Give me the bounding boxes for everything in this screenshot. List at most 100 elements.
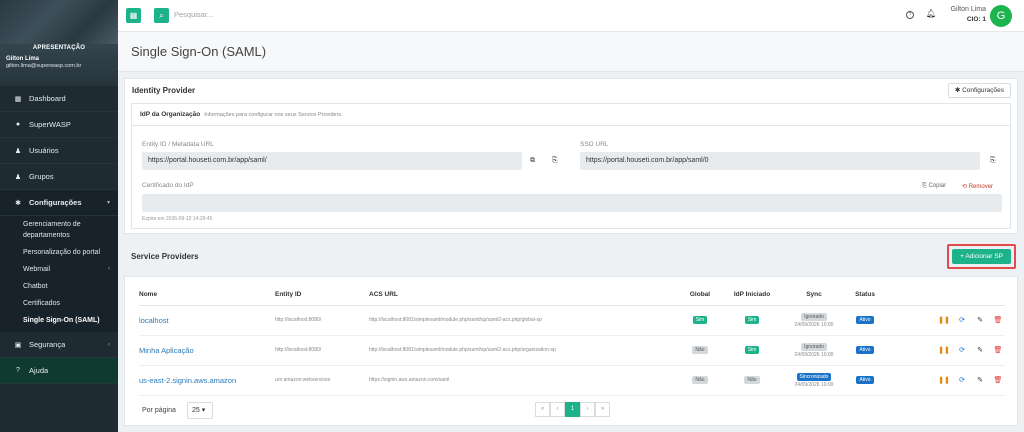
sync-date: 24/09/2026 10:00	[794, 321, 834, 328]
sync-icon[interactable]: ⟳	[955, 376, 969, 384]
chat-icon: ●	[15, 121, 21, 128]
col-acs-url: ACS URL	[369, 285, 679, 306]
entity-id-field[interactable]: https://portal.houseti.com.br/app/saml/	[142, 152, 522, 170]
cert-label: Certificado do IdP	[142, 182, 194, 189]
copy-icon[interactable]: ⎘	[552, 157, 558, 165]
idp-badge: Sim	[744, 346, 760, 354]
idp-org-section: IdP da Organização Informações para confi…	[131, 103, 1011, 229]
pause-icon[interactable]: ❚❚	[937, 346, 951, 354]
per-page-value: 25	[192, 407, 200, 414]
table-header-row: Nome Entity ID ACS URL Global IdP Inicia…	[139, 285, 1005, 306]
col-status: Status	[845, 285, 885, 306]
sidebar-item-ajuda[interactable]: ? Ajuda	[0, 358, 118, 384]
sidebar-item-seguranca[interactable]: ▣ Segurança ‹	[0, 332, 118, 358]
topbar-user-sub: CIO: 1	[966, 16, 986, 23]
help-icon[interactable]: ?	[906, 11, 914, 19]
idp-badge: Não	[744, 376, 760, 384]
col-global: Global	[679, 285, 721, 306]
sp-name-link[interactable]: Minha Aplicação	[139, 335, 275, 366]
submenu-sso-saml[interactable]: Single Sign-On (SAML)	[0, 312, 118, 332]
chevron-left-icon: ‹	[108, 266, 110, 272]
remove-cert-label: Remover	[968, 184, 994, 190]
sidebar-item-grupos[interactable]: ♟ Grupos	[0, 164, 118, 190]
sidebar-item-superwasp[interactable]: ● SuperWASP	[0, 112, 118, 138]
sp-entity: http://localhost:8080/	[275, 305, 369, 336]
configuracoes-label: Configurações	[962, 87, 1004, 94]
per-page-select[interactable]: 25 ▾	[187, 402, 213, 419]
sso-url-label: SSO URL	[580, 141, 609, 148]
search-button[interactable]: ⌕	[154, 8, 169, 23]
identity-provider-card: Identity Provider ✱ Configurações IdP da…	[124, 78, 1018, 234]
edit-icon[interactable]: ✎	[973, 346, 987, 354]
prev-page-button[interactable]: ‹	[550, 402, 565, 417]
user-name: Gilton Lima	[6, 56, 39, 62]
edit-icon[interactable]: ✎	[973, 376, 987, 384]
table-row: us-east-2.signin.aws.amazon urn:amazon:w…	[139, 365, 1005, 396]
pause-icon[interactable]: ❚❚	[937, 376, 951, 384]
sp-entity: http://localhost:8080/	[275, 335, 369, 366]
page-header: Single Sign-On (SAML)	[118, 32, 1024, 72]
user-email: gilton.lima@superwasp.com.br	[6, 63, 82, 69]
sync-badge: Sincronizado	[796, 372, 832, 381]
trash-icon[interactable]: 🗑︎	[991, 376, 1005, 384]
grid-icon: ▦	[129, 11, 138, 20]
search-input[interactable]: Pesquisar...	[174, 10, 213, 19]
status-badge: Ativo	[856, 346, 874, 354]
sidebar-item-label: SuperWASP	[29, 120, 71, 129]
config-submenu: Gerenciamento de departamentos Personali…	[0, 216, 118, 332]
chevron-down-icon: ▾	[201, 407, 206, 414]
submenu-certificados[interactable]: Certificados	[0, 295, 118, 312]
submenu-departamentos[interactable]: Gerenciamento de departamentos	[0, 216, 118, 244]
plus-icon: +	[960, 253, 964, 260]
sp-acs: http://localhost:8081/simplesaml/module.…	[369, 305, 679, 336]
configuracoes-button[interactable]: ✱ Configurações	[947, 83, 1011, 98]
search-icon: ⌕	[159, 11, 164, 20]
edit-icon[interactable]: ✎	[973, 316, 987, 324]
pause-icon[interactable]: ❚❚	[937, 316, 951, 324]
status-badge: Ativo	[856, 376, 874, 384]
col-actions	[885, 285, 1005, 306]
submenu-personalizacao[interactable]: Personalização do portal	[0, 244, 118, 261]
cert-field[interactable]	[142, 194, 1002, 212]
trash-icon[interactable]: 🗑︎	[991, 346, 1005, 354]
sync-date: 24/09/2026 10:00	[794, 381, 834, 388]
copy-icon[interactable]: ⎘	[990, 157, 996, 165]
menu-toggle-button[interactable]: ▦	[126, 8, 141, 23]
remove-cert-link[interactable]: ⟲ Remover	[962, 183, 993, 190]
submenu-webmail-label: Webmail	[23, 266, 51, 273]
sidebar-item-configuracoes[interactable]: ✱ Configurações ▾	[0, 190, 118, 216]
copy-cert-link[interactable]: ⎘ Copiar	[922, 183, 946, 190]
col-sync: Sync	[783, 285, 845, 306]
last-page-button[interactable]: »	[595, 402, 610, 417]
sp-name-link[interactable]: us-east-2.signin.aws.amazon	[139, 365, 275, 396]
sync-icon[interactable]: ⟳	[955, 346, 969, 354]
next-page-button[interactable]: ›	[580, 402, 595, 417]
per-page-label: Por página	[142, 407, 176, 414]
sidebar: APRESENTAÇÃO Gilton Lima gilton.lima@sup…	[0, 0, 118, 432]
sso-url-field[interactable]: https://portal.houseti.com.br/app/saml/0	[580, 152, 980, 170]
sidebar-item-label: Segurança	[29, 340, 66, 349]
submenu-webmail[interactable]: Webmail ‹	[0, 261, 118, 278]
user-info: APRESENTAÇÃO Gilton Lima gilton.lima@sup…	[0, 44, 118, 86]
avatar[interactable]: G	[990, 5, 1012, 27]
sync-icon[interactable]: ⟳	[955, 316, 969, 324]
grid-icon: ▦	[14, 95, 22, 103]
sidebar-item-dashboard[interactable]: ▦ Dashboard	[0, 86, 118, 112]
external-link-icon[interactable]: ⧉	[530, 157, 535, 165]
trash-icon[interactable]: 🗑︎	[991, 316, 1005, 324]
lock-icon: ▣	[14, 341, 22, 349]
sidebar-item-usuarios[interactable]: ♟ Usuários	[0, 138, 118, 164]
table-row: Minha Aplicação http://localhost:8080/ h…	[139, 335, 1005, 366]
first-page-button[interactable]: «	[535, 402, 550, 417]
logo	[0, 0, 118, 44]
users-icon: ♟	[14, 173, 22, 181]
page-button-current[interactable]: 1	[565, 402, 580, 417]
sidebar-item-label: Usuários	[29, 146, 59, 155]
bell-icon[interactable]: 🔔︎	[926, 9, 936, 18]
gear-icon: ✱	[954, 87, 961, 94]
help-icon: ?	[16, 367, 20, 374]
add-sp-button[interactable]: + Adicionar SP	[952, 249, 1011, 264]
sp-name-link[interactable]: localhost	[139, 305, 275, 336]
submenu-chatbot[interactable]: Chatbot	[0, 278, 118, 295]
copy-cert-label: Copiar	[928, 183, 947, 189]
